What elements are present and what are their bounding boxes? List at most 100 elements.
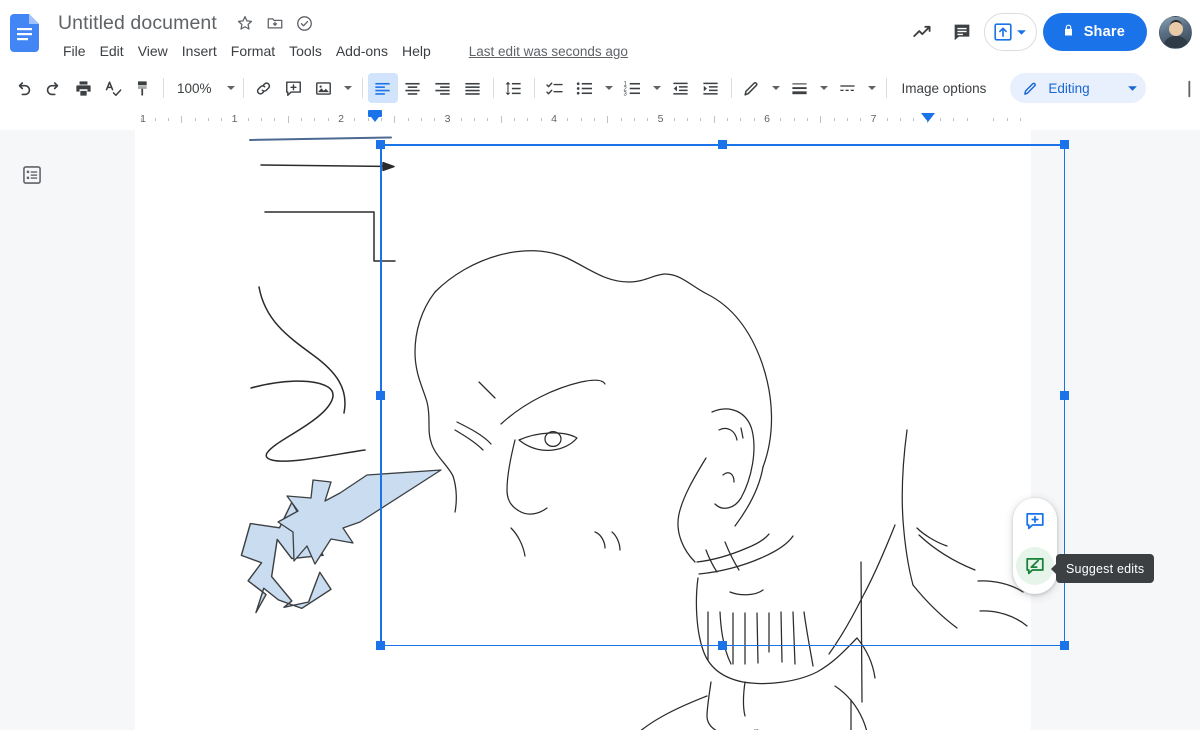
resize-handle-bottom-left[interactable] [376, 641, 385, 650]
align-right-button[interactable] [428, 73, 458, 103]
border-weight-button[interactable] [785, 73, 815, 103]
straight-line [250, 138, 391, 141]
resize-handle-top-center[interactable] [718, 140, 727, 149]
image-selection-frame[interactable] [380, 144, 1065, 646]
menu-item-help[interactable]: Help [395, 42, 438, 60]
ruler-tick [834, 118, 835, 121]
paint-format-button[interactable] [128, 73, 158, 103]
ruler-tick [687, 118, 688, 121]
menu-item-file[interactable]: File [56, 42, 93, 60]
numbered-list-button[interactable]: 1 2 3 [618, 73, 648, 103]
border-dash-button[interactable] [833, 73, 863, 103]
ruler-tick [221, 118, 222, 121]
ruler-tick [581, 118, 582, 121]
ruler-tick [647, 118, 648, 121]
present-button[interactable] [984, 13, 1037, 51]
header-actions: Share [902, 8, 1192, 56]
ruler-tick [1020, 118, 1021, 121]
page-title[interactable]: Untitled document [56, 11, 219, 36]
account-avatar[interactable] [1159, 16, 1192, 49]
toolbar-overflow-edge[interactable] [1182, 78, 1200, 100]
image-options-button[interactable]: Image options [892, 75, 997, 102]
numbered-list-dropdown[interactable] [648, 73, 666, 103]
resize-handle-bottom-right[interactable] [1060, 641, 1069, 650]
ruler-tick [181, 116, 182, 123]
menu-item-insert[interactable]: Insert [175, 42, 224, 60]
show-document-outline-button[interactable] [16, 159, 48, 191]
ruler-tick [501, 116, 502, 123]
resize-handle-top-left[interactable] [376, 140, 385, 149]
resize-handle-middle-left[interactable] [376, 391, 385, 400]
left-indent-marker[interactable] [368, 113, 382, 122]
border-color-button[interactable] [737, 73, 767, 103]
last-edit-status[interactable]: Last edit was seconds ago [469, 44, 628, 59]
zoom-selector[interactable]: 100% [169, 74, 238, 102]
align-center-button[interactable] [398, 73, 428, 103]
ruler-tick [208, 118, 209, 121]
increase-indent-button[interactable] [696, 73, 726, 103]
right-indent-marker[interactable] [921, 113, 935, 122]
resize-handle-bottom-center[interactable] [718, 641, 727, 650]
share-button[interactable]: Share [1043, 13, 1147, 51]
suggest-edits-tooltip: Suggest edits [1056, 554, 1154, 583]
undo-button[interactable] [8, 73, 38, 103]
star-icon[interactable] [233, 11, 257, 35]
ruler[interactable]: 11234567 [0, 110, 1200, 130]
resize-handle-middle-right[interactable] [1060, 391, 1069, 400]
menu-item-tools[interactable]: Tools [282, 42, 329, 60]
add-comment-button[interactable] [279, 73, 309, 103]
ruler-tick [887, 118, 888, 121]
ruler-tick [248, 118, 249, 121]
chevron-down-icon [1127, 83, 1138, 94]
menu-item-edit[interactable]: Edit [93, 42, 131, 60]
decrease-indent-button[interactable] [666, 73, 696, 103]
ruler-tick [860, 118, 861, 121]
ruler-tick [913, 118, 914, 121]
align-left-button[interactable] [368, 73, 398, 103]
bulleted-list-dropdown[interactable] [600, 73, 618, 103]
menu-bar: File Edit View Insert Format Tools Add-o… [56, 40, 628, 62]
bulleted-list-button[interactable] [570, 73, 600, 103]
comment-history-icon[interactable] [942, 12, 982, 52]
menu-item-add-ons[interactable]: Add-ons [329, 42, 395, 60]
document-canvas: Edit [0, 130, 1200, 730]
editing-mode-selector[interactable]: Editing [1010, 73, 1146, 103]
zoom-value: 100% [177, 81, 212, 96]
menu-item-view[interactable]: View [131, 42, 175, 60]
activity-dashboard-icon[interactable] [902, 12, 942, 52]
ruler-tick [527, 118, 528, 121]
chevron-down-icon [226, 83, 236, 93]
ruler-tick [794, 118, 795, 121]
spelling-check-button[interactable] [98, 73, 128, 103]
ruler-tick [314, 118, 315, 121]
add-comment-rail-button[interactable] [1016, 502, 1054, 540]
border-color-dropdown[interactable] [767, 73, 785, 103]
document-side-rail [1013, 498, 1057, 594]
ruler-tick [967, 118, 968, 121]
ruler-tick [993, 118, 994, 121]
border-weight-dropdown[interactable] [815, 73, 833, 103]
print-button[interactable] [68, 73, 98, 103]
ruler-tick [354, 118, 355, 121]
ruler-tick [274, 118, 275, 121]
ruler-track[interactable]: 11234567 [135, 110, 1031, 130]
suggest-edits-rail-button[interactable] [1016, 547, 1054, 585]
arrow-line [261, 163, 394, 171]
checklist-button[interactable] [540, 73, 570, 103]
cloud-saved-icon[interactable] [293, 11, 317, 35]
menu-item-format[interactable]: Format [224, 42, 282, 60]
move-to-folder-icon[interactable] [263, 11, 287, 35]
insert-image-dropdown[interactable] [339, 73, 357, 103]
toolbar-divider [243, 78, 244, 98]
line-spacing-button[interactable] [499, 73, 529, 103]
insert-image-button[interactable] [309, 73, 339, 103]
insert-link-button[interactable] [249, 73, 279, 103]
resize-handle-top-right[interactable] [1060, 140, 1069, 149]
docs-logo-icon[interactable] [10, 14, 39, 52]
redo-button[interactable] [38, 73, 68, 103]
border-dash-dropdown[interactable] [863, 73, 881, 103]
ruler-tick [155, 118, 156, 121]
align-justify-button[interactable] [458, 73, 488, 103]
ruler-tick [408, 118, 409, 121]
document-page[interactable] [135, 130, 1031, 730]
